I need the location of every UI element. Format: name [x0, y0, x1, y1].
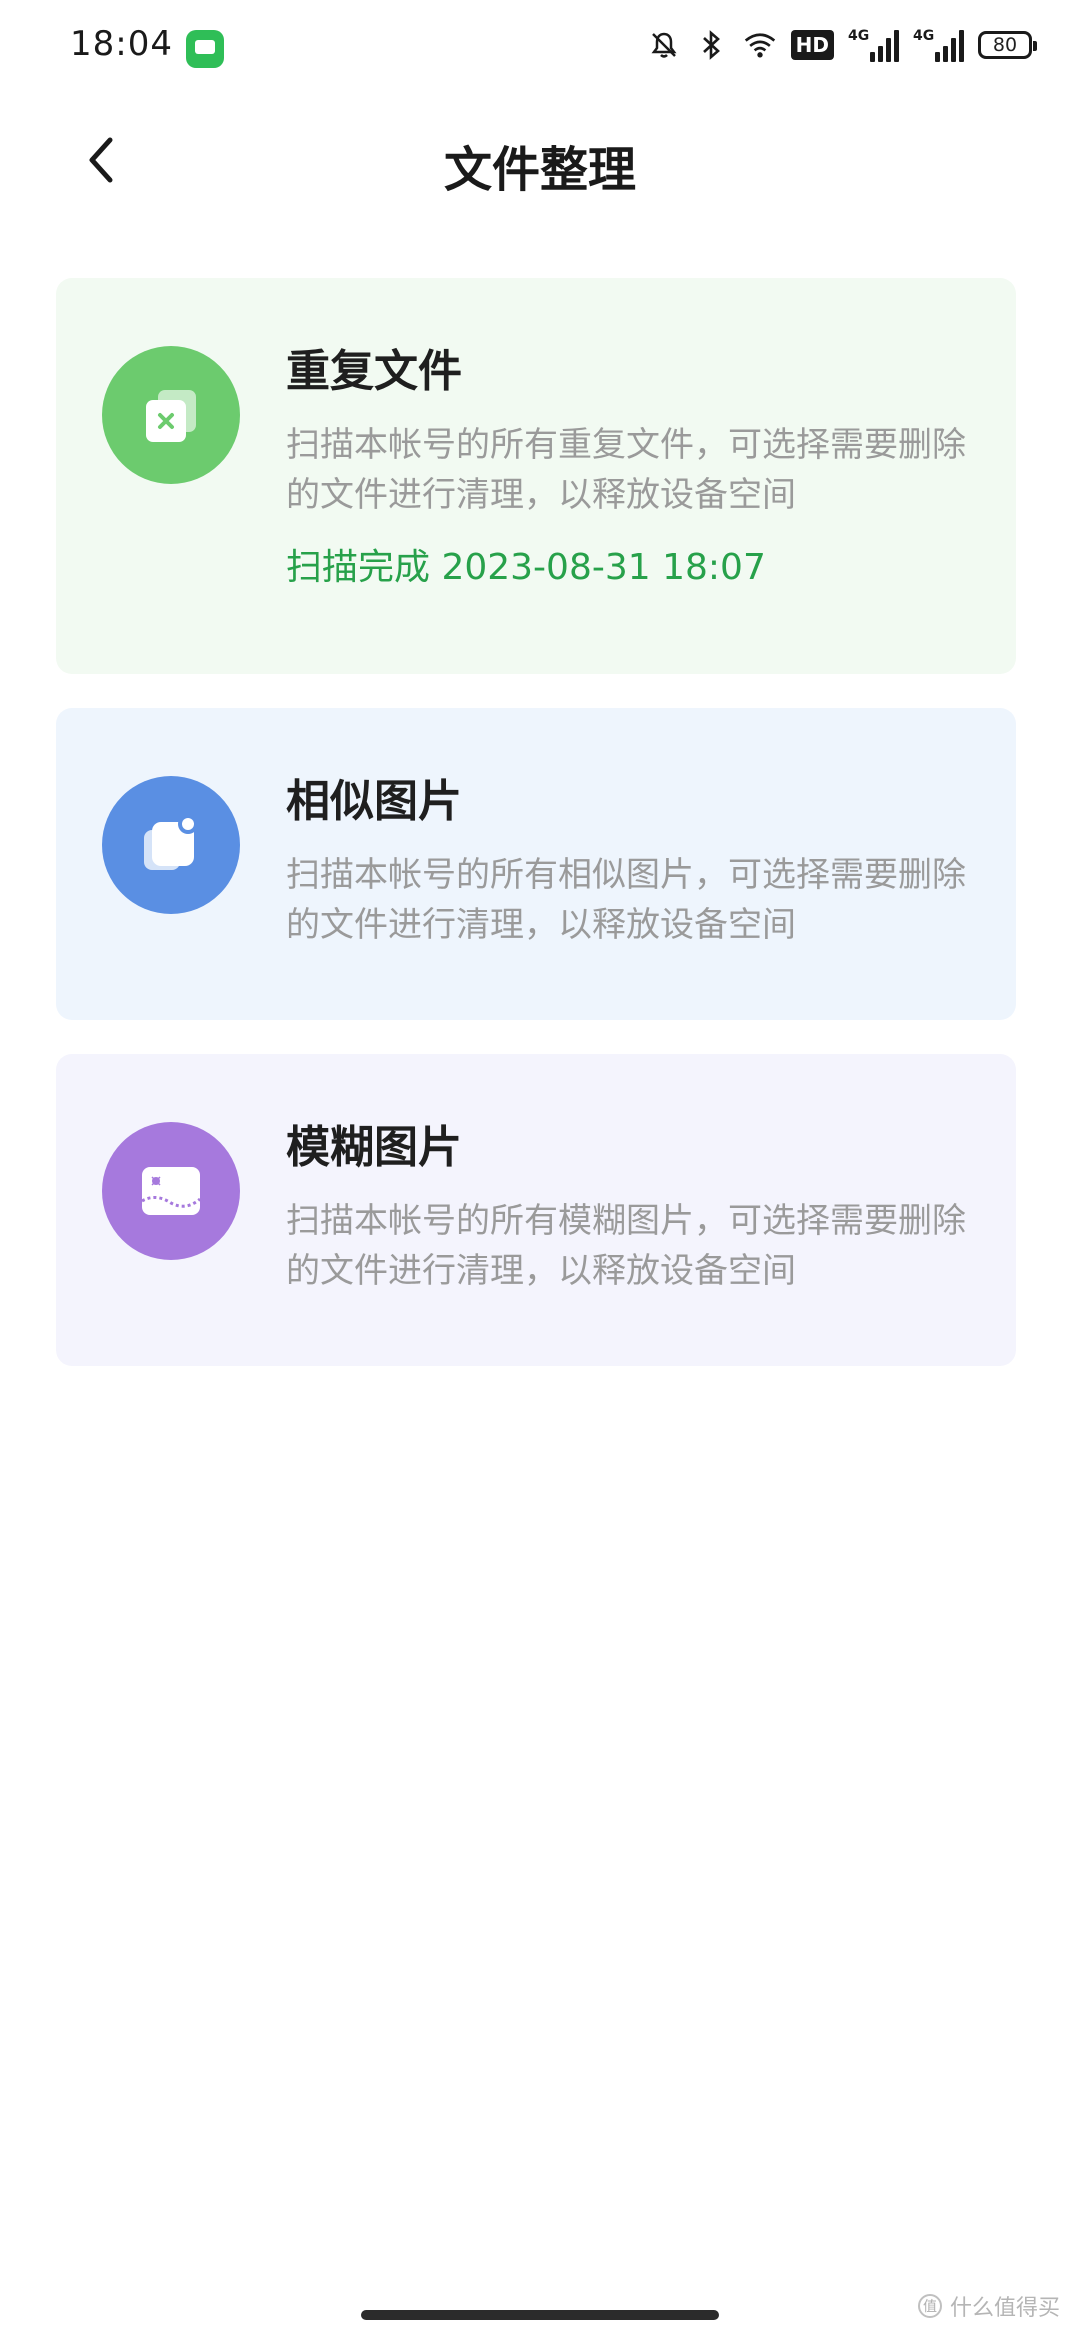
signal-strength-icon-1: 4G — [848, 28, 899, 62]
card-description: 扫描本帐号的所有模糊图片，可选择需要删除的文件进行清理，以释放设备空间 — [286, 1201, 966, 1291]
similar-images-card[interactable]: 相似图片 扫描本帐号的所有相似图片，可选择需要删除的文件进行清理，以释放设备空间 — [56, 708, 1016, 1020]
hd-voice-badge: HD — [790, 30, 834, 60]
blurry-images-icon — [102, 1122, 240, 1260]
card-description: 扫描本帐号的所有相似图片，可选择需要删除的文件进行清理，以释放设备空间 — [286, 855, 966, 945]
watermark-badge-icon: 值 — [917, 2294, 942, 2318]
home-indicator[interactable] — [361, 2310, 719, 2320]
status-bar: 18:04 HD 4G 4G 80 — [0, 0, 1080, 96]
mute-bell-icon — [647, 28, 681, 62]
status-icons: HD 4G 4G 80 — [647, 28, 1037, 62]
card-title: 重复文件 — [286, 346, 462, 397]
wifi-icon — [743, 28, 777, 62]
card-text: 模糊图片 扫描本帐号的所有模糊图片，可选择需要删除的文件进行清理，以释放设备空间 — [286, 1120, 976, 1296]
message-app-icon — [186, 30, 224, 68]
duplicate-files-card[interactable]: 重复文件 扫描本帐号的所有重复文件，可选择需要删除的文件进行清理，以释放设备空间… — [56, 278, 1016, 674]
card-title: 相似图片 — [286, 776, 462, 827]
blurry-images-card[interactable]: 模糊图片 扫描本帐号的所有模糊图片，可选择需要删除的文件进行清理，以释放设备空间 — [56, 1054, 1016, 1366]
watermark: 值 什么值得买 — [917, 2290, 1060, 2322]
signal-type-label: 4G — [913, 28, 935, 44]
header: 文件整理 — [0, 112, 1080, 212]
page-title: 文件整理 — [443, 142, 636, 198]
scan-status: 扫描完成 2023-08-31 18:07 — [286, 547, 766, 588]
card-text: 相似图片 扫描本帐号的所有相似图片，可选择需要删除的文件进行清理，以释放设备空间 — [286, 774, 976, 950]
watermark-text: 什么值得买 — [949, 2296, 1060, 2321]
signal-strength-icon-2: 4G — [913, 28, 964, 62]
duplicate-files-icon — [102, 346, 240, 484]
status-time: 18:04 — [70, 24, 173, 64]
bluetooth-icon — [695, 28, 729, 62]
battery-icon: 80 — [978, 31, 1037, 59]
similar-images-icon — [102, 776, 240, 914]
card-text: 重复文件 扫描本帐号的所有重复文件，可选择需要删除的文件进行清理，以释放设备空间… — [286, 344, 976, 592]
signal-type-label: 4G — [848, 28, 870, 44]
card-description: 扫描本帐号的所有重复文件，可选择需要删除的文件进行清理，以释放设备空间 — [286, 425, 966, 515]
card-title: 模糊图片 — [286, 1122, 462, 1173]
